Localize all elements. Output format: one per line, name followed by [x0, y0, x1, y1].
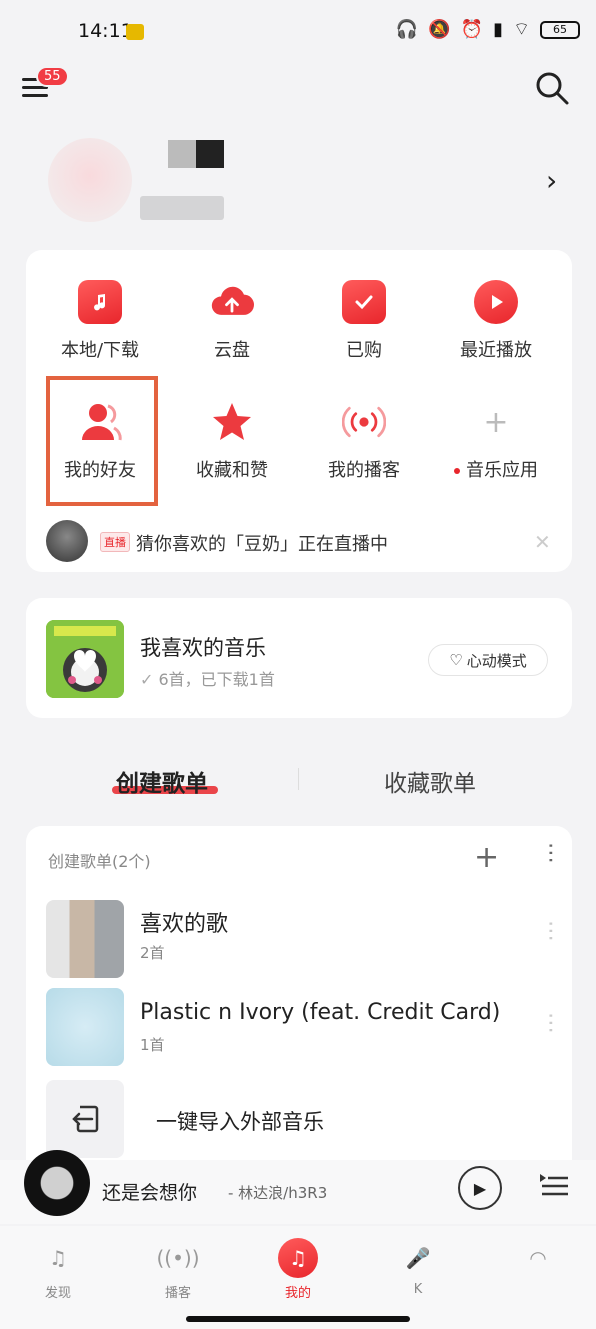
row-more-icon[interactable]: ⋯ [538, 1012, 563, 1034]
status-time: 14:11 [78, 20, 133, 42]
nav-label: 播客 [164, 1286, 191, 1301]
search-icon[interactable] [534, 70, 570, 106]
status-icons: 🎧 🔕 ⏰ ▮ ⌔ 65 [396, 18, 580, 41]
battery-icon: 65 [540, 20, 580, 39]
shopping-bag-icon [342, 280, 386, 324]
grid-item-podcast[interactable]: 我的播客 [296, 400, 432, 482]
grid-label: 收藏和赞 [196, 460, 268, 481]
tab-collected-playlists[interactable]: 收藏歌单 [384, 764, 476, 798]
user-level-blurred [140, 196, 224, 220]
grid-item-cloud[interactable]: 云盘 [164, 280, 300, 362]
live-text[interactable]: 猜你喜欢的「豆奶」正在直播中 [136, 530, 388, 556]
liked-music-cover [46, 620, 124, 698]
add-playlist-icon[interactable]: + [474, 840, 499, 875]
more-icon[interactable]: ⋯ [538, 842, 563, 864]
liked-music-title: 我喜欢的音乐 [140, 636, 266, 660]
playlist-section-header: 创建歌单(2个) [48, 852, 151, 871]
music-note-icon: ♫ [278, 1238, 318, 1278]
now-playing-artist: - 林达浪/h3R3 [228, 1184, 328, 1202]
playlist-cover[interactable] [46, 900, 124, 978]
playlist-cover[interactable] [46, 988, 124, 1066]
liked-count-text: 6首，已下载1首 [158, 670, 275, 689]
playlist-count: 2首 [140, 944, 165, 962]
play-circle-icon [474, 280, 518, 324]
playlist-title[interactable]: Plastic n Ivory (feat. Credit Card) [140, 1000, 500, 1025]
tab-created-playlists[interactable]: 创建歌单 [116, 764, 208, 798]
grid-item-music-apps[interactable]: + 音乐应用 [428, 400, 564, 482]
close-icon[interactable]: ✕ [534, 530, 551, 554]
music-folder-icon [78, 280, 122, 324]
username-blurred[interactable] [168, 140, 224, 168]
grid-label: 已购 [346, 340, 382, 361]
row-more-icon[interactable]: ⋯ [538, 920, 563, 942]
grid-item-favorites[interactable]: 收藏和赞 [164, 400, 300, 482]
play-button[interactable]: ▶ [458, 1166, 502, 1210]
follow-icon: ◠ [529, 1246, 547, 1270]
grid-item-local-download[interactable]: 本地/下载 [32, 280, 168, 362]
heart-icon: ♡ [449, 651, 463, 669]
nav-karaoke[interactable]: 🎤 K [378, 1238, 458, 1297]
eye-comfort-icon [126, 24, 144, 40]
album-disc[interactable] [24, 1150, 90, 1216]
import-icon[interactable] [46, 1080, 124, 1158]
live-tag: 直播 [100, 532, 130, 552]
grid-label: 本地/下载 [60, 340, 140, 361]
live-host-avatar[interactable] [46, 520, 88, 562]
grid-label-text: 音乐应用 [466, 460, 538, 481]
mute-icon: 🔕 [428, 19, 451, 40]
grid-label: 最近播放 [460, 340, 532, 361]
wifi-icon: ⌔ [513, 19, 530, 40]
discover-icon: ♫ [49, 1246, 67, 1270]
microphone-icon: 🎤 [405, 1246, 431, 1270]
nav-label: K [413, 1282, 423, 1297]
playlist-count: 1首 [140, 1036, 165, 1054]
broadcast-icon [342, 400, 386, 444]
signal-icon: ▮ [493, 19, 504, 40]
check-circle-icon: ✓ [140, 670, 154, 689]
playlist-queue-icon[interactable] [538, 1170, 570, 1202]
nav-label: 我的 [284, 1286, 311, 1301]
grid-label: 云盘 [214, 340, 250, 361]
grid-item-recent[interactable]: 最近播放 [428, 280, 564, 362]
headphones-icon: 🎧 [395, 19, 419, 40]
chevron-right-icon[interactable]: › [546, 164, 557, 197]
heartbeat-mode-button[interactable]: ♡ 心动模式 [428, 644, 548, 676]
home-indicator[interactable] [186, 1316, 410, 1322]
import-external-music[interactable]: 一键导入外部音乐 [156, 1106, 324, 1136]
grid-item-purchased[interactable]: 已购 [296, 280, 432, 362]
nav-podcast[interactable]: ((•)) 播客 [138, 1238, 218, 1301]
nav-label: 发现 [44, 1286, 71, 1301]
nav-follow[interactable]: ◠ [498, 1238, 578, 1282]
star-icon [210, 400, 254, 444]
user-avatar[interactable] [48, 138, 132, 222]
grid-label: 音乐应用 [428, 456, 564, 482]
nav-discover[interactable]: ♫ 发现 [18, 1238, 98, 1301]
tab-divider [298, 768, 299, 790]
plus-icon: + [483, 404, 509, 440]
grid-label: 我的播客 [328, 460, 400, 481]
red-dot [454, 468, 460, 474]
nav-mine[interactable]: ♫ 我的 [258, 1238, 338, 1301]
playlist-title[interactable]: 喜欢的歌 [140, 906, 228, 938]
cloud-upload-icon [210, 280, 254, 324]
alarm-icon: ⏰ [460, 19, 484, 40]
notification-badge: 55 [36, 66, 69, 87]
broadcast-icon: ((•)) [156, 1246, 200, 1270]
now-playing-title[interactable]: 还是会想你 [102, 1178, 197, 1205]
annotation-highlight-box [46, 376, 158, 506]
heartbeat-mode-label: 心动模式 [466, 651, 527, 670]
liked-music-subtitle: ✓ 6首，已下载1首 [140, 666, 275, 690]
